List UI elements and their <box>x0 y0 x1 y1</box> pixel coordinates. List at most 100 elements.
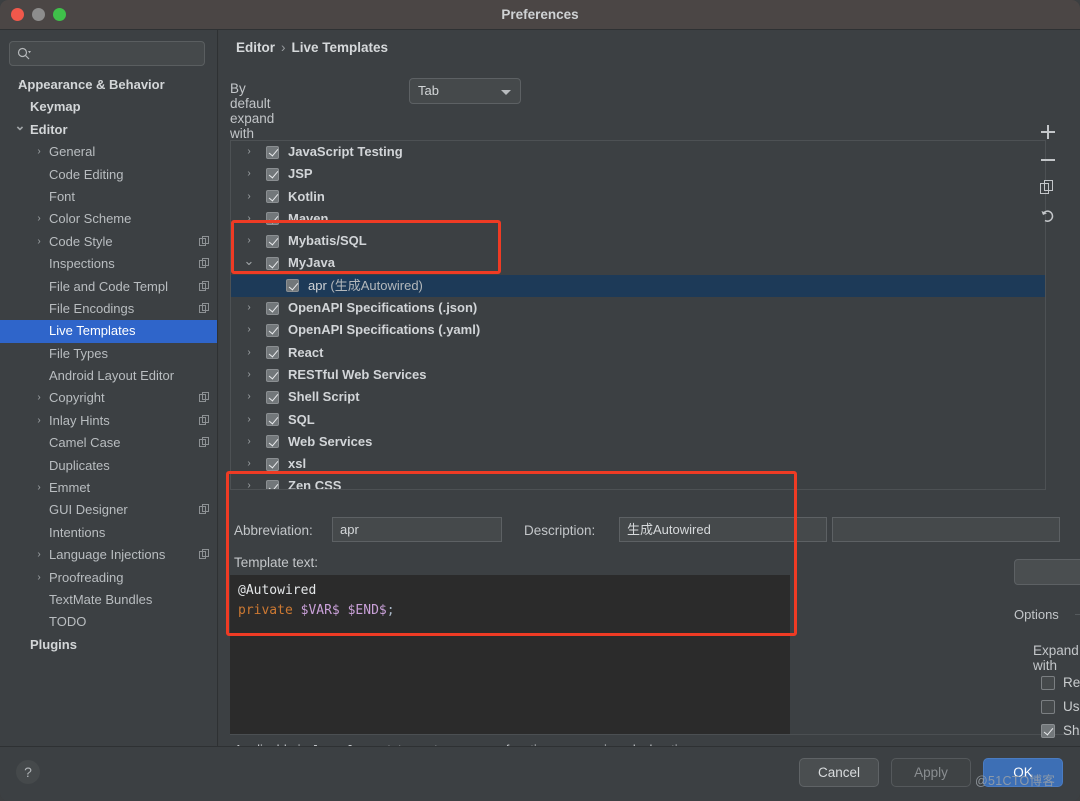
template-group-row[interactable]: › Zen CSS <box>231 475 1045 489</box>
sidebar-item-general[interactable]: › General <box>0 141 217 163</box>
sidebar-item-keymap[interactable]: Keymap <box>0 96 217 118</box>
chevron-right-icon[interactable]: › <box>33 231 45 253</box>
chevron-down-icon[interactable]: ⌄ <box>14 115 26 137</box>
sidebar-item-code-editing[interactable]: Code Editing <box>0 164 217 186</box>
sidebar-item-code-style[interactable]: › Code Style <box>0 231 217 253</box>
template-group-row[interactable]: › RESTful Web Services <box>231 364 1045 386</box>
sidebar-item-font[interactable]: Font <box>0 186 217 208</box>
chevron-right-icon[interactable]: › <box>33 410 45 432</box>
chevron-right-icon[interactable]: › <box>243 386 255 408</box>
duplicate-template-button[interactable] <box>1034 174 1062 202</box>
sidebar-item-editor[interactable]: ⌄ Editor <box>0 118 217 141</box>
edit-variables-button[interactable]: Edit variables <box>1014 559 1080 585</box>
chevron-right-icon[interactable]: › <box>243 364 255 386</box>
template-group-row[interactable]: › React <box>231 342 1045 364</box>
chevron-right-icon[interactable]: › <box>243 141 255 163</box>
chevron-right-icon[interactable]: › <box>243 475 255 489</box>
sidebar-search[interactable] <box>9 41 205 66</box>
template-checkbox[interactable] <box>266 190 279 204</box>
sidebar-item-language-injections[interactable]: › Language Injections <box>0 544 217 566</box>
template-group-row[interactable]: ⌄ MyJava <box>231 252 1045 274</box>
sidebar-item-plugins[interactable]: Plugins <box>0 634 217 656</box>
template-checkbox[interactable] <box>286 279 299 293</box>
template-checkbox[interactable] <box>266 457 279 471</box>
revert-template-button[interactable] <box>1034 202 1062 230</box>
description-overflow-input[interactable] <box>832 517 1060 542</box>
template-checkbox[interactable] <box>266 390 279 404</box>
ok-button[interactable]: OK <box>983 758 1063 787</box>
template-group-row[interactable]: › Web Services <box>231 431 1045 453</box>
default-expand-select[interactable]: Tab <box>409 78 521 104</box>
template-checkbox[interactable] <box>266 257 279 271</box>
add-template-button[interactable] <box>1034 118 1062 146</box>
sidebar-item-gui-designer[interactable]: GUI Designer <box>0 499 217 521</box>
chevron-right-icon[interactable]: › <box>243 409 255 431</box>
sidebar-item-intentions[interactable]: Intentions <box>0 522 217 544</box>
checkbox[interactable] <box>1041 724 1055 738</box>
chevron-right-icon[interactable]: › <box>243 186 255 208</box>
abbreviation-input[interactable]: apr <box>332 517 502 542</box>
search-input[interactable] <box>36 42 200 65</box>
chevron-down-icon[interactable]: ⌄ <box>243 252 255 269</box>
template-checkbox[interactable] <box>266 480 279 489</box>
template-group-row[interactable]: › OpenAPI Specifications (.json) <box>231 297 1045 319</box>
search-box[interactable] <box>9 41 205 66</box>
apply-button[interactable]: Apply <box>891 758 971 787</box>
template-group-row[interactable]: › Maven <box>231 208 1045 230</box>
sidebar-item-copyright[interactable]: › Copyright <box>0 387 217 409</box>
sidebar-item-proofreading[interactable]: › Proofreading <box>0 567 217 589</box>
sidebar-item-textmate-bundles[interactable]: TextMate Bundles <box>0 589 217 611</box>
template-checkbox[interactable] <box>266 212 279 226</box>
chevron-right-icon[interactable]: › <box>33 567 45 589</box>
sidebar-item-appearance-behavior[interactable]: › Appearance & Behavior <box>0 74 217 96</box>
sidebar-item-todo[interactable]: TODO <box>0 611 217 633</box>
template-checkbox[interactable] <box>266 301 279 315</box>
chevron-right-icon[interactable]: › <box>33 208 45 230</box>
sidebar-item-color-scheme[interactable]: › Color Scheme <box>0 208 217 230</box>
template-row[interactable]: apr (生成Autowired) <box>231 274 1045 298</box>
chevron-right-icon[interactable]: › <box>243 208 255 230</box>
breadcrumb-parent[interactable]: Editor <box>236 40 275 55</box>
sidebar-item-file-types[interactable]: File Types <box>0 343 217 365</box>
chevron-right-icon[interactable]: › <box>33 477 45 499</box>
template-checkbox[interactable] <box>266 435 279 449</box>
chevron-right-icon[interactable]: › <box>243 163 255 185</box>
templates-list[interactable]: › JavaScript Testing › JSP › Kotlin › Maven › Myb… <box>230 140 1046 490</box>
template-group-row[interactable]: › JSP <box>231 163 1045 185</box>
chevron-right-icon[interactable]: › <box>243 297 255 319</box>
sidebar-item-file-and-code-templ[interactable]: File and Code Templ <box>0 276 217 298</box>
template-checkbox[interactable] <box>266 167 279 181</box>
chevron-right-icon[interactable]: › <box>33 387 45 409</box>
template-checkbox[interactable] <box>266 323 279 337</box>
sidebar-item-inspections[interactable]: Inspections <box>0 253 217 275</box>
sidebar-item-camel-case[interactable]: Camel Case <box>0 432 217 454</box>
template-group-row[interactable]: › Mybatis/SQL <box>231 230 1045 252</box>
chevron-right-icon[interactable]: › <box>243 342 255 364</box>
checkbox[interactable] <box>1041 676 1055 690</box>
template-group-row[interactable]: › Kotlin <box>231 186 1045 208</box>
chevron-right-icon[interactable]: › <box>243 230 255 252</box>
sidebar-item-live-templates[interactable]: Live Templates <box>0 320 217 343</box>
chevron-right-icon[interactable]: › <box>243 431 255 453</box>
template-group-row[interactable]: › JavaScript Testing <box>231 141 1045 163</box>
template-group-row[interactable]: › xsl <box>231 453 1045 475</box>
help-button[interactable]: ? <box>16 760 40 784</box>
cancel-button[interactable]: Cancel <box>799 758 879 787</box>
sidebar-item-inlay-hints[interactable]: › Inlay Hints <box>0 410 217 432</box>
remove-template-button[interactable] <box>1034 146 1062 174</box>
chevron-right-icon[interactable]: › <box>243 319 255 341</box>
sidebar-item-duplicates[interactable]: Duplicates <box>0 455 217 477</box>
sidebar-item-file-encodings[interactable]: File Encodings <box>0 298 217 320</box>
sidebar-item-android-layout-editor[interactable]: Android Layout Editor <box>0 365 217 387</box>
chevron-right-icon[interactable]: › <box>33 141 45 163</box>
sidebar-item-emmet[interactable]: › Emmet <box>0 477 217 499</box>
template-checkbox[interactable] <box>266 413 279 427</box>
description-input[interactable]: 生成Autowired <box>619 517 827 542</box>
chevron-right-icon[interactable]: › <box>33 544 45 566</box>
template-text-editor[interactable]: @Autowired private $VAR$ $END$; <box>230 575 790 735</box>
template-checkbox[interactable] <box>266 234 279 248</box>
template-checkbox[interactable] <box>266 145 279 159</box>
chevron-right-icon[interactable]: › <box>243 453 255 475</box>
template-group-row[interactable]: › SQL <box>231 409 1045 431</box>
template-group-row[interactable]: › OpenAPI Specifications (.yaml) <box>231 319 1045 341</box>
